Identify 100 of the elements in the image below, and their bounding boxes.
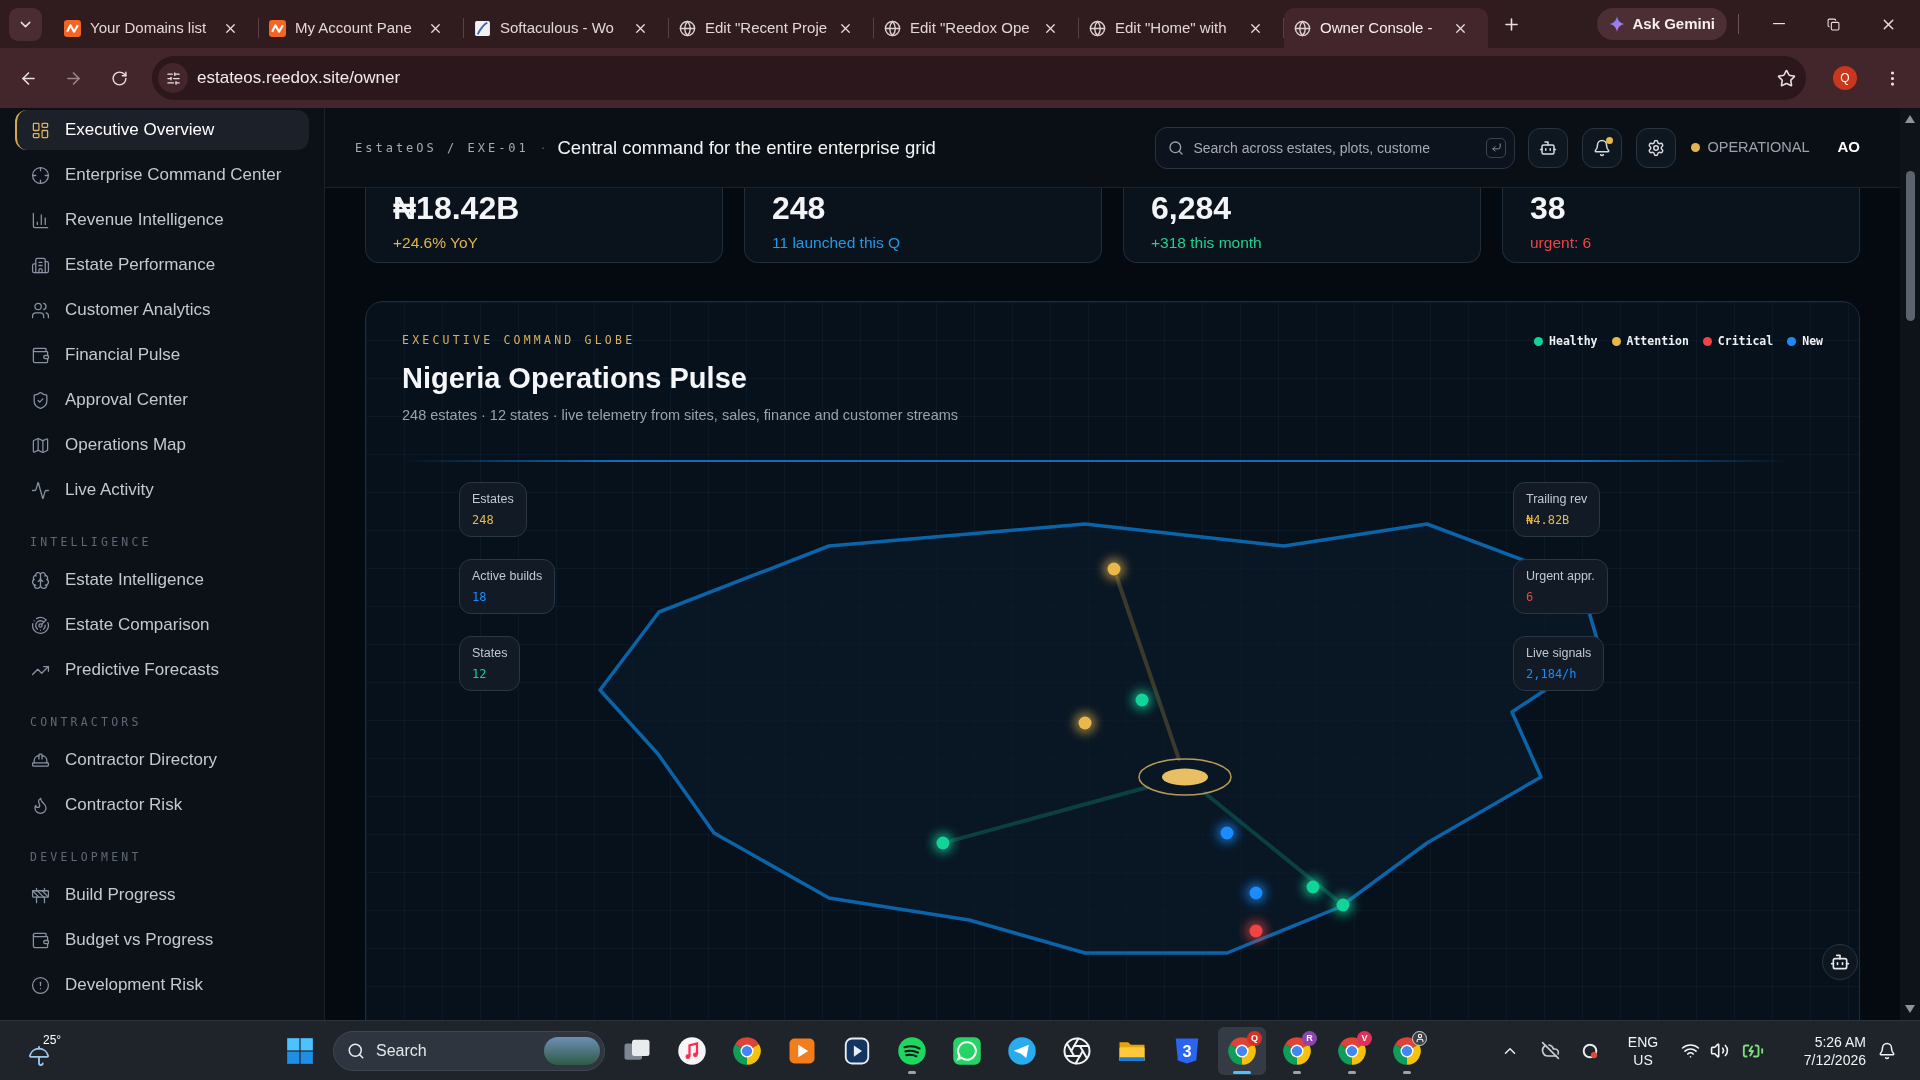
profile-badge: V <box>1357 1030 1372 1046</box>
browser-tab[interactable]: Owner Console - <box>1284 8 1488 48</box>
volume-icon[interactable] <box>1710 1041 1729 1060</box>
browser-tab[interactable]: Softaculous - Wo <box>464 8 668 48</box>
map-marker[interactable] <box>1131 688 1153 711</box>
breadcrumb: EstateOS / EXE-01 <box>355 139 529 157</box>
notifications-button[interactable] <box>1582 127 1623 168</box>
nav-item[interactable]: Live Activity <box>15 470 309 510</box>
chip-label: Active builds <box>472 567 543 585</box>
browser-tab[interactable]: Edit "Reedox Ope <box>874 8 1078 48</box>
map-marker[interactable] <box>1216 821 1238 844</box>
section-heading: DEVELOPMENT <box>30 848 142 866</box>
assistant-bot-button[interactable] <box>1528 127 1569 168</box>
nav-item[interactable]: Development Risk <box>15 965 309 1005</box>
legend-label: New <box>1802 333 1823 350</box>
nav-item[interactable]: Approval Center <box>15 380 309 420</box>
stat-change: +318 this month <box>1151 233 1262 253</box>
taskbar-app-button[interactable]: Q <box>1218 1026 1266 1075</box>
chat-bubble-icon <box>952 1035 982 1066</box>
nav-item[interactable]: Contractor Risk <box>15 785 309 825</box>
assistant-button[interactable]: Ask Gemini <box>1597 8 1727 40</box>
nav-item[interactable]: Enterprise Command Center <box>15 155 309 195</box>
globe-icon <box>1089 19 1106 37</box>
profile-avatar[interactable]: Q <box>1833 66 1857 90</box>
browser-tab[interactable]: Edit "Recent Proje <box>669 8 873 48</box>
taskbar-app-button[interactable]: V <box>1328 1026 1376 1075</box>
weather-widget[interactable]: 25° <box>22 1028 72 1073</box>
segmented-circle-icon <box>1337 1035 1367 1066</box>
globe-icon <box>884 19 901 37</box>
segmented-circle-icon <box>1392 1035 1422 1066</box>
chip-label: Estates <box>472 490 514 508</box>
windows-logo-icon <box>286 1036 314 1065</box>
quill-page-icon <box>474 19 491 37</box>
settings-button[interactable] <box>1636 127 1677 168</box>
nav-item[interactable]: Contractor Directory <box>15 740 309 780</box>
chip-label: States <box>472 644 508 662</box>
globe-icon <box>679 19 696 37</box>
users-icon <box>31 300 50 320</box>
page-title: Central command for the entire enterprise grid <box>557 135 936 160</box>
clock[interactable]: 5:26 AM 7/12/2026 <box>1776 1032 1866 1069</box>
scroll-up-arrow-icon[interactable] <box>1905 115 1915 123</box>
reload-icon <box>110 69 128 87</box>
knot-icon <box>1062 1035 1092 1066</box>
stat-change: urgent: 6 <box>1530 233 1592 253</box>
cloud-off-icon[interactable] <box>1541 1041 1560 1060</box>
nav-item[interactable]: Budget vs Progress <box>15 920 309 960</box>
tab-list-button[interactable] <box>9 7 42 41</box>
wifi-icon[interactable] <box>1681 1041 1700 1060</box>
stat-value: ₦18.42B <box>393 190 520 226</box>
chip-label: Trailing rev <box>1526 490 1588 508</box>
map-marker[interactable] <box>1103 557 1125 580</box>
bar-chart-icon <box>31 210 50 230</box>
section-heading: CONTRACTORS <box>30 713 142 731</box>
nav-item[interactable]: Revenue Intelligence <box>15 200 309 240</box>
radar-icon <box>31 615 50 635</box>
browser-tab[interactable]: Your Domains list <box>54 8 258 48</box>
language-indicator[interactable]: ENG US <box>1621 1032 1665 1069</box>
bookmark-star-icon[interactable] <box>1777 68 1796 88</box>
map-marker[interactable] <box>1332 893 1354 916</box>
nav-item[interactable]: Financial Pulse <box>15 335 309 375</box>
chip-label: Live signals <box>1526 644 1592 662</box>
nav-item[interactable]: Customer Analytics <box>15 290 309 330</box>
map-marker[interactable] <box>1074 711 1096 734</box>
user-initials[interactable]: AO <box>1837 136 1860 159</box>
nav-item[interactable]: Estate Performance <box>15 245 309 285</box>
map-marker[interactable] <box>1245 919 1267 942</box>
panel-subtitle: 248 estates · 12 states · live telemetry from sites, sales, finance and customer streams <box>402 405 959 425</box>
nav-item[interactable]: Predictive Forecasts <box>15 650 309 690</box>
browser-tab[interactable]: Edit "Home" with <box>1079 8 1283 48</box>
nav-item[interactable]: Build Progress <box>15 875 309 915</box>
ring-app-icon[interactable] <box>1581 1041 1599 1060</box>
music-note-icon <box>677 1035 707 1066</box>
profile-badge: R <box>1302 1030 1317 1046</box>
search-icon <box>347 1041 365 1060</box>
map-marker[interactable] <box>932 831 954 854</box>
pulse-line-icon <box>31 480 50 500</box>
taskbar-app-button[interactable]: R <box>1273 1026 1321 1075</box>
map-marker[interactable] <box>1302 875 1324 898</box>
nav-item[interactable]: Estate Comparison <box>15 605 309 645</box>
site-settings-icon[interactable] <box>158 63 188 93</box>
map-marker[interactable] <box>1245 881 1267 904</box>
nav-item[interactable]: Operations Map <box>15 425 309 465</box>
nav-item[interactable]: Estate Intelligence <box>15 560 309 600</box>
segmented-circle-icon <box>1282 1035 1312 1066</box>
play-frame-icon <box>842 1035 872 1066</box>
settings-icon <box>1647 138 1666 157</box>
chip-value: 6 <box>1526 589 1535 607</box>
scrollbar-thumb[interactable] <box>1905 171 1915 321</box>
legend-label: Attention <box>1626 333 1689 350</box>
person-badge-icon <box>1412 1030 1427 1046</box>
zigzag-logo-icon <box>269 19 286 37</box>
bell-icon[interactable] <box>1878 1041 1896 1060</box>
search-field[interactable]: Search across estates, plots, custome <box>1155 126 1516 169</box>
panel-title: Nigeria Operations Pulse <box>402 361 747 397</box>
map-icon <box>31 435 50 455</box>
nav-item[interactable]: Executive Overview <box>15 110 309 150</box>
taskbar-app-button[interactable]: 3 <box>1163 1026 1211 1075</box>
address-bar[interactable]: estateos.reedox.site/owner <box>152 56 1806 100</box>
scroll-down-arrow-icon[interactable] <box>1905 1005 1915 1013</box>
browser-tab[interactable]: My Account Pane <box>259 8 463 48</box>
